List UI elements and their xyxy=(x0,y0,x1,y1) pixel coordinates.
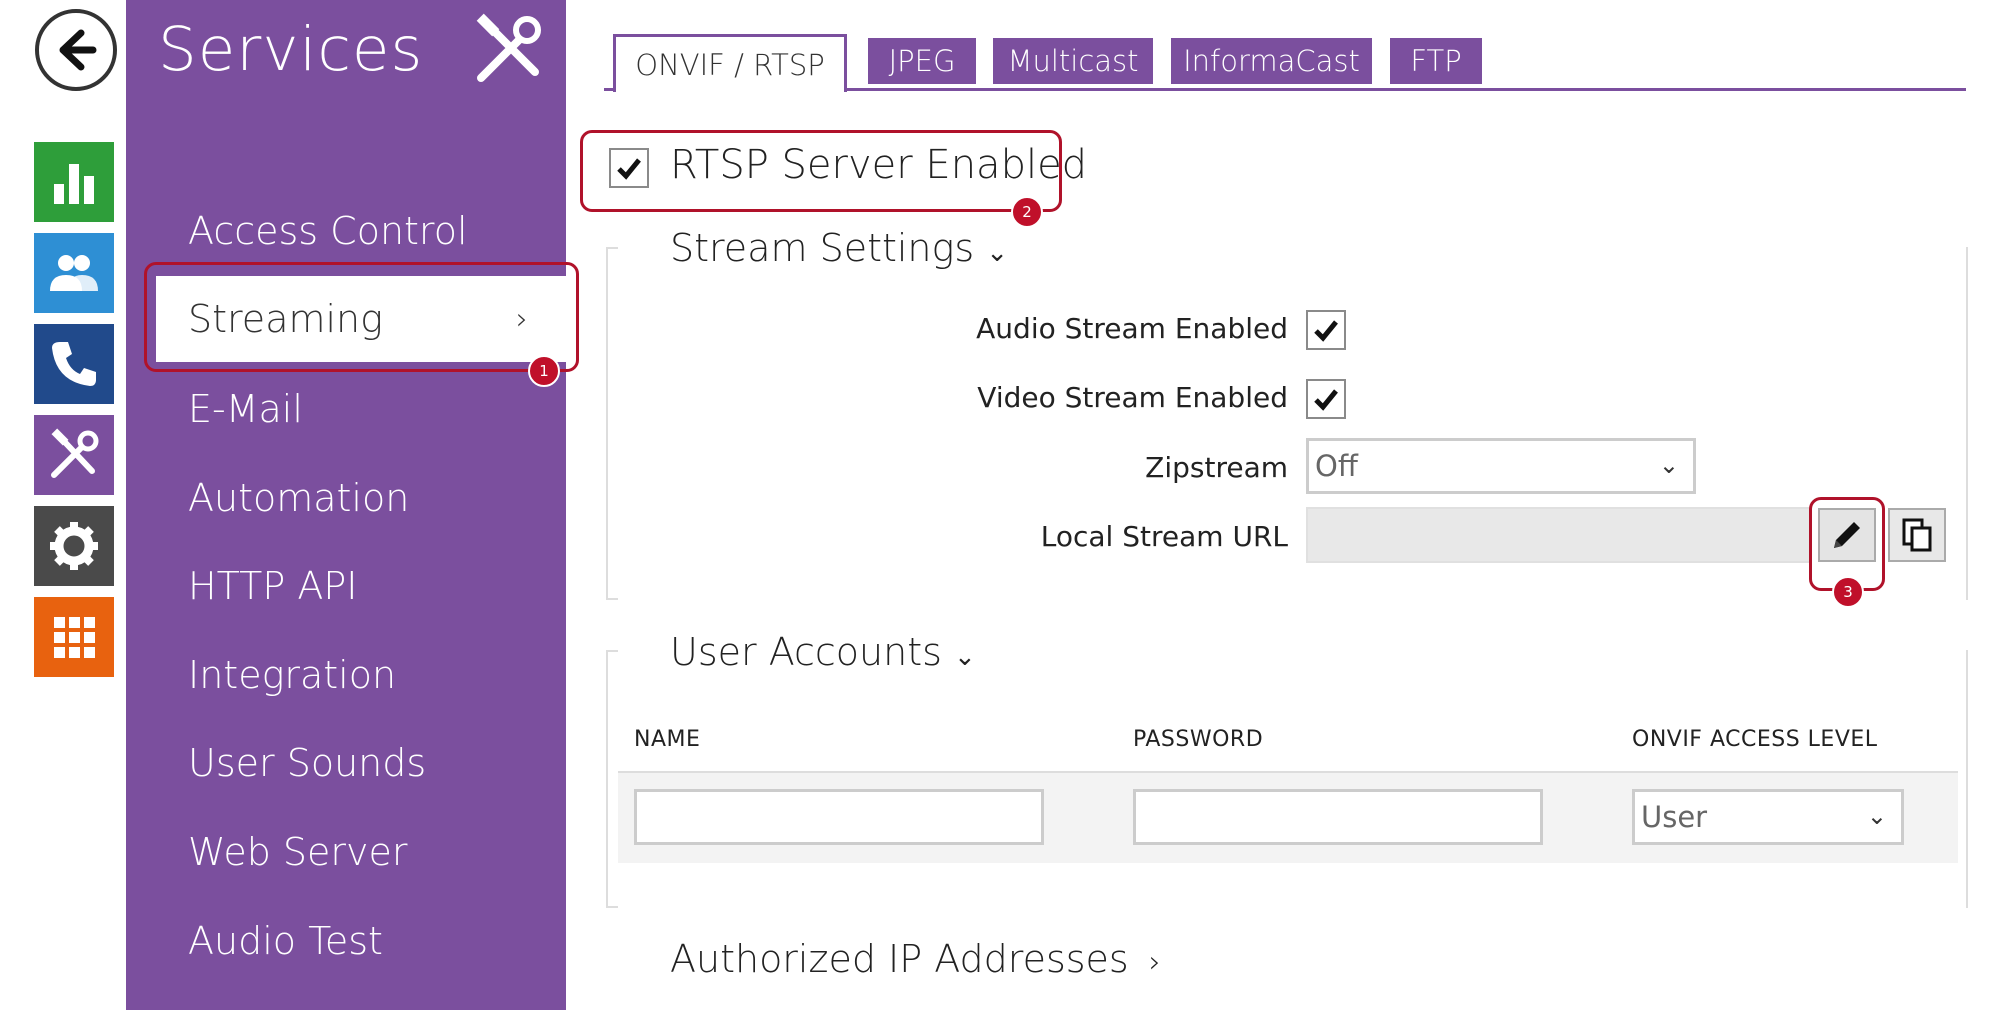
section-title: Authorized IP Addresses xyxy=(670,937,1129,981)
menu-item-label: HTTP API xyxy=(188,564,358,608)
icon-rail xyxy=(0,0,126,1010)
local-stream-url-label: Local Stream URL xyxy=(1040,520,1288,553)
audio-stream-label: Audio Stream Enabled xyxy=(976,312,1288,345)
user-accounts-header[interactable]: User Accounts ⌄ xyxy=(670,630,984,674)
edit-url-button[interactable] xyxy=(1818,508,1876,562)
local-stream-url-field[interactable] xyxy=(1306,507,1812,563)
menu-item-streaming[interactable]: Streaming › xyxy=(156,276,566,362)
rtsp-enabled-checkbox[interactable] xyxy=(609,148,649,188)
audio-stream-checkbox[interactable] xyxy=(1306,310,1346,350)
menu-item-automation[interactable]: Automation xyxy=(126,455,566,541)
menu-item-label: User Sounds xyxy=(188,741,427,785)
menu-item-user-sounds[interactable]: User Sounds xyxy=(126,720,566,806)
tab-jpeg[interactable]: JPEG xyxy=(868,38,976,84)
menu-item-label: Audio Test xyxy=(188,919,383,963)
authorized-ip-header[interactable]: Authorized IP Addresses › xyxy=(670,937,1161,981)
menu-item-label: Streaming xyxy=(188,297,383,341)
checkmark-icon xyxy=(1314,389,1338,411)
callout-badge: 1 xyxy=(528,355,560,387)
select-value: User xyxy=(1641,800,1708,834)
tools-icon xyxy=(469,10,549,90)
menu-item-label: E-Mail xyxy=(188,387,303,431)
stream-settings-header[interactable]: Stream Settings ⌄ xyxy=(670,226,1017,270)
services-menu: Services Access Control Streaming › E-Ma… xyxy=(126,0,566,1010)
chevron-down-icon: ⌄ xyxy=(954,642,976,672)
rtsp-enabled-label: RTSP Server Enabled xyxy=(670,142,1088,188)
column-header-password: PASSWORD xyxy=(1133,727,1264,752)
grid-icon[interactable] xyxy=(34,597,114,677)
zipstream-select[interactable]: Off ⌄ xyxy=(1306,438,1696,494)
chevron-right-icon: › xyxy=(516,302,528,337)
video-stream-label: Video Stream Enabled xyxy=(977,381,1288,414)
menu-item-web-server[interactable]: Web Server xyxy=(126,809,566,895)
menu-item-email[interactable]: E-Mail xyxy=(126,366,566,452)
menu-item-label: Web Server xyxy=(188,830,408,874)
callout-badge: 2 xyxy=(1011,196,1043,228)
chevron-down-icon: ⌄ xyxy=(986,238,1009,268)
tab-multicast[interactable]: Multicast xyxy=(993,38,1153,84)
menu-item-http-api[interactable]: HTTP API xyxy=(126,543,566,629)
copy-icon xyxy=(1902,518,1932,552)
account-password-input[interactable] xyxy=(1133,789,1543,845)
status-chart-icon[interactable] xyxy=(34,142,114,222)
section-title: User Accounts xyxy=(670,630,942,674)
checkmark-icon xyxy=(1314,320,1338,342)
menu-item-label: Access Control xyxy=(188,209,468,253)
section-title: Stream Settings xyxy=(670,226,975,270)
zipstream-label: Zipstream xyxy=(1145,451,1288,484)
chevron-down-icon: ⌄ xyxy=(1658,451,1679,479)
column-header-name: NAME xyxy=(634,727,701,752)
menu-item-label: Integration xyxy=(188,653,397,697)
copy-url-button[interactable] xyxy=(1888,508,1946,562)
video-stream-checkbox[interactable] xyxy=(1306,379,1346,419)
menu-item-audio-test[interactable]: Audio Test xyxy=(126,898,566,984)
phone-icon[interactable] xyxy=(34,324,114,404)
back-arrow-icon[interactable] xyxy=(35,9,117,91)
tools-icon[interactable] xyxy=(34,415,114,495)
menu-item-label: Automation xyxy=(188,476,410,520)
account-name-input[interactable] xyxy=(634,789,1044,845)
select-value: Off xyxy=(1315,449,1358,483)
menu-title: Services xyxy=(158,14,424,85)
access-level-select[interactable]: User ⌄ xyxy=(1632,789,1904,845)
tab-informacast[interactable]: InformaCast xyxy=(1171,38,1372,84)
gear-icon[interactable] xyxy=(34,506,114,586)
chevron-down-icon: ⌄ xyxy=(1866,802,1887,830)
chevron-right-icon: › xyxy=(1148,945,1161,980)
menu-item-integration[interactable]: Integration xyxy=(126,632,566,718)
menu-item-access-control[interactable]: Access Control xyxy=(126,188,566,274)
tab-onvif-rtsp[interactable]: ONVIF / RTSP xyxy=(613,34,847,92)
pencil-icon xyxy=(1834,522,1860,548)
users-icon[interactable] xyxy=(34,233,114,313)
checkmark-icon xyxy=(617,158,641,180)
tab-ftp[interactable]: FTP xyxy=(1390,38,1482,84)
column-header-access-level: ONVIF ACCESS LEVEL xyxy=(1632,727,1878,752)
callout-badge: 3 xyxy=(1832,576,1864,608)
